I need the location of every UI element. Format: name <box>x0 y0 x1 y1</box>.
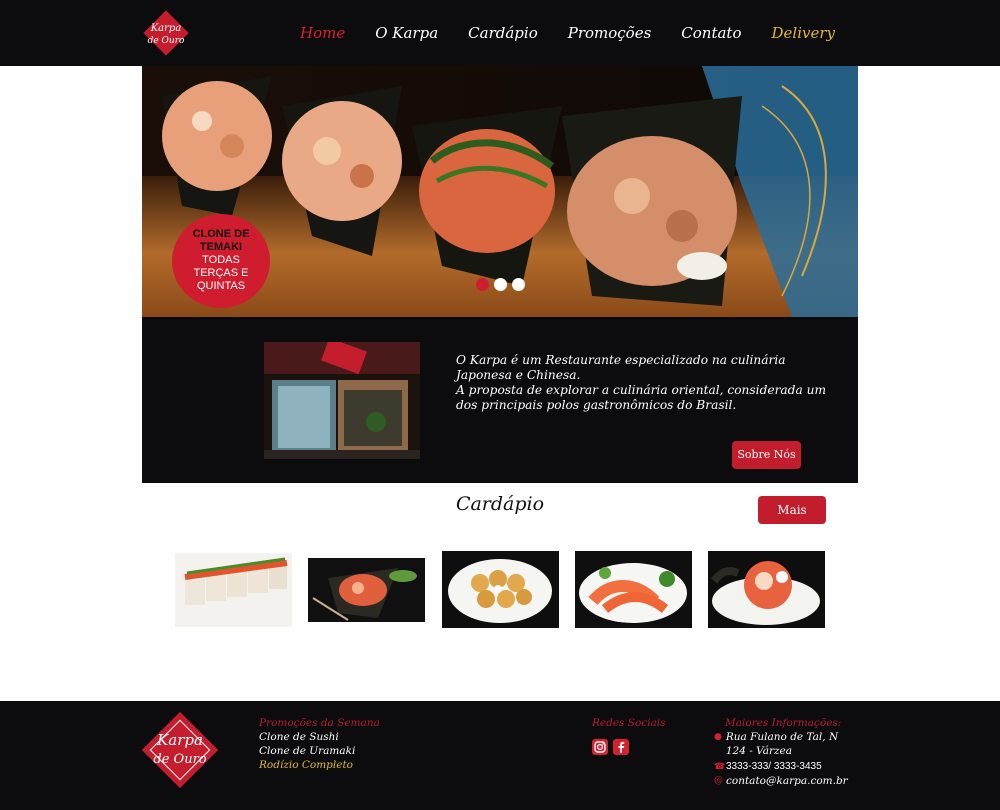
slider-dot-1[interactable] <box>476 278 489 291</box>
footer-social-title: Redes Sociais <box>592 717 666 729</box>
footer-social: Redes Sociais <box>592 716 666 755</box>
storefront-image <box>264 342 420 459</box>
footer-address: Rua Fulano de Tal, N 124 - Várzea <box>725 731 839 757</box>
svg-text:Karpa: Karpa <box>156 731 203 749</box>
promo-line-2: TEMAKI <box>199 241 243 253</box>
about-section: O Karpa é um Restaurante especializado n… <box>142 317 858 483</box>
footer-email-row: @ contato@karpa.com.br <box>714 774 854 788</box>
footer-promos-title: Promoções da Semana <box>259 717 380 729</box>
menu-thumb-joe[interactable] <box>708 551 825 628</box>
facebook-icon[interactable] <box>613 739 629 755</box>
menu-section-title: Cardápio <box>455 493 545 515</box>
about-us-button[interactable]: Sobre Nós <box>732 441 801 469</box>
footer-promo-item[interactable]: Clone de Uramaki <box>259 744 380 758</box>
svg-text:de Ouro: de Ouro <box>153 752 206 767</box>
instagram-icon[interactable] <box>592 739 608 755</box>
footer-phone[interactable]: 3333-333/ 3333-3435 <box>726 760 822 774</box>
about-text: O Karpa é um Restaurante especializado n… <box>456 353 836 413</box>
social-icons <box>592 739 666 755</box>
karpa-footer-logo[interactable]: Karpa de Ouro <box>135 707 225 795</box>
about-paragraph-2: A proposta de explorar a culinária orien… <box>456 383 827 412</box>
promo-line-4: TERÇAS E <box>193 267 249 279</box>
more-menu-button[interactable]: Mais <box>758 496 826 524</box>
menu-thumb-temaki[interactable] <box>308 558 425 622</box>
slider-dots <box>476 278 525 291</box>
nav-cardapio[interactable]: Cardápio <box>453 22 553 44</box>
footer-promo-item[interactable]: Clone de Sushi <box>259 730 380 744</box>
nav-o-karpa[interactable]: O Karpa <box>360 22 453 44</box>
svg-text:de Ouro: de Ouro <box>148 36 185 46</box>
menu-thumb-sashimi[interactable] <box>575 551 692 628</box>
slider-dot-3[interactable] <box>512 278 525 291</box>
footer-phone-row: ☎ 3333-333/ 3333-3435 <box>714 760 854 774</box>
site-footer: Karpa de Ouro Promoções da Semana Clone … <box>0 701 1000 810</box>
footer-promos: Promoções da Semana Clone de Sushi Clone… <box>259 716 380 772</box>
footer-info-title: Maiores Informações: <box>725 717 842 729</box>
footer-info: Maiores Informações: ● Rua Fulano de Tal… <box>714 716 854 788</box>
karpa-logo[interactable]: Karpa de Ouro <box>140 9 192 59</box>
promo-line-1: CLONE DE <box>192 228 250 240</box>
about-paragraph-1: O Karpa é um Restaurante especializado n… <box>456 353 786 382</box>
menu-thumb-uramaki[interactable] <box>175 553 292 627</box>
slider-dot-2[interactable] <box>494 278 507 291</box>
location-pin-icon: ● <box>714 732 722 742</box>
nav-promocoes[interactable]: Promoções <box>553 22 667 44</box>
menu-thumb-hot-roll[interactable] <box>442 551 559 628</box>
hero-slider[interactable]: CLONE DE TEMAKI TODAS TERÇAS E QUINTAS <box>142 66 858 317</box>
footer-promo-item-highlight[interactable]: Rodízio Completo <box>259 758 380 772</box>
nav-home[interactable]: Home <box>285 22 360 44</box>
nav-contato[interactable]: Contato <box>666 22 756 44</box>
nav-delivery[interactable]: Delivery <box>757 22 851 44</box>
footer-address-row: ● Rua Fulano de Tal, N 124 - Várzea <box>714 730 854 758</box>
svg-text:Karpa: Karpa <box>150 23 182 34</box>
main-nav: Home O Karpa Cardápio Promoções Contato … <box>285 22 850 44</box>
promo-badge[interactable]: CLONE DE TEMAKI TODAS TERÇAS E QUINTAS <box>172 214 270 308</box>
site-header: Karpa de Ouro Home O Karpa Cardápio Prom… <box>0 0 1000 66</box>
footer-email[interactable]: contato@karpa.com.br <box>726 774 848 788</box>
phone-icon: ☎ <box>714 762 726 772</box>
promo-line-5: QUINTAS <box>196 280 246 292</box>
email-icon: @ <box>714 776 723 786</box>
promo-line-3: TODAS <box>202 254 240 266</box>
